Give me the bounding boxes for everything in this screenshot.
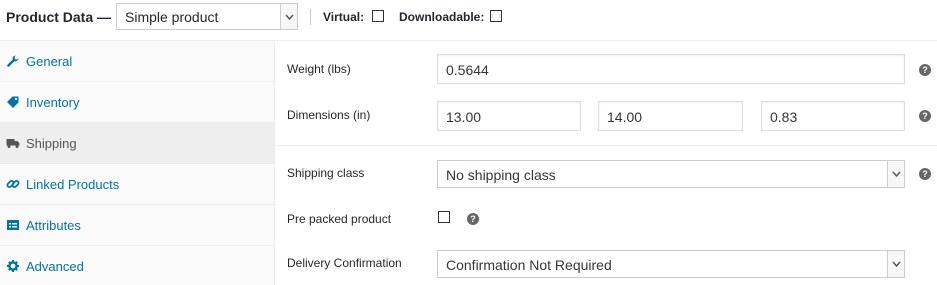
shipping-panel: Weight (lbs) 0.5644 ? Dimensions (in) 13…	[276, 41, 937, 285]
virtual-label: Virtual:	[323, 10, 365, 24]
shipping-class-label: Shipping class	[287, 166, 365, 180]
downloadable-checkbox[interactable]	[490, 10, 502, 22]
tab-general-label: General	[26, 54, 73, 69]
link-icon	[6, 177, 20, 191]
tab-advanced[interactable]: Advanced	[0, 246, 274, 285]
tab-shipping[interactable]: Shipping	[0, 123, 274, 164]
width-value: 14.00	[607, 109, 643, 125]
width-input[interactable]: 14.00	[598, 101, 743, 131]
dimensions-help-icon[interactable]: ?	[919, 110, 931, 122]
dimensions-label: Dimensions (in)	[287, 108, 371, 122]
pre-packed-checkbox[interactable]	[438, 211, 450, 223]
virtual-checkbox[interactable]	[372, 10, 384, 22]
downloadable-label: Downloadable:	[399, 10, 485, 24]
tab-linked-products-label: Linked Products	[26, 177, 120, 192]
delivery-confirmation-value: Confirmation Not Required	[446, 257, 612, 273]
header-divider	[310, 9, 311, 25]
list-icon	[6, 218, 20, 232]
tab-attributes[interactable]: Attributes	[0, 205, 274, 246]
length-value: 13.00	[446, 109, 482, 125]
chevron-down-icon[interactable]	[280, 4, 297, 29]
pre-packed-label: Pre packed product	[287, 212, 392, 226]
height-value: 0.83	[770, 109, 798, 125]
section-divider	[276, 145, 937, 146]
truck-icon	[6, 136, 20, 150]
tab-linked-products[interactable]: Linked Products	[0, 164, 274, 205]
gear-icon	[6, 259, 20, 273]
weight-help-icon[interactable]: ?	[919, 64, 931, 76]
chevron-down-icon[interactable]	[887, 251, 904, 277]
delivery-confirmation-label: Delivery Confirmation	[287, 256, 402, 270]
shipping-class-value: No shipping class	[446, 167, 556, 183]
wrench-icon	[6, 54, 20, 68]
product-type-select[interactable]: Simple product	[116, 3, 298, 30]
weight-input[interactable]: 0.5644	[437, 54, 905, 84]
shipping-class-help-icon[interactable]: ?	[919, 168, 931, 180]
weight-value: 0.5644	[446, 62, 489, 78]
product-type-value: Simple product	[125, 9, 219, 25]
tab-advanced-label: Advanced	[26, 259, 84, 274]
chevron-down-icon[interactable]	[887, 161, 904, 187]
weight-label: Weight (lbs)	[287, 62, 351, 76]
tab-inventory[interactable]: Inventory	[0, 82, 274, 123]
product-data-header: Product Data — Simple product Virtual: D…	[0, 0, 937, 41]
delivery-confirmation-select[interactable]: Confirmation Not Required	[437, 250, 905, 278]
product-data-tabs: General Inventory Shipping Linked Produc…	[0, 41, 275, 285]
tab-inventory-label: Inventory	[26, 95, 80, 110]
height-input[interactable]: 0.83	[761, 101, 905, 131]
length-input[interactable]: 13.00	[437, 101, 581, 131]
shipping-class-select[interactable]: No shipping class	[437, 160, 905, 188]
tab-general[interactable]: General	[0, 41, 274, 82]
tab-attributes-label: Attributes	[26, 218, 81, 233]
tab-shipping-label: Shipping	[26, 136, 77, 151]
product-data-title: Product Data —	[6, 9, 112, 25]
tag-icon	[6, 95, 20, 109]
pre-packed-help-icon[interactable]: ?	[467, 213, 479, 225]
